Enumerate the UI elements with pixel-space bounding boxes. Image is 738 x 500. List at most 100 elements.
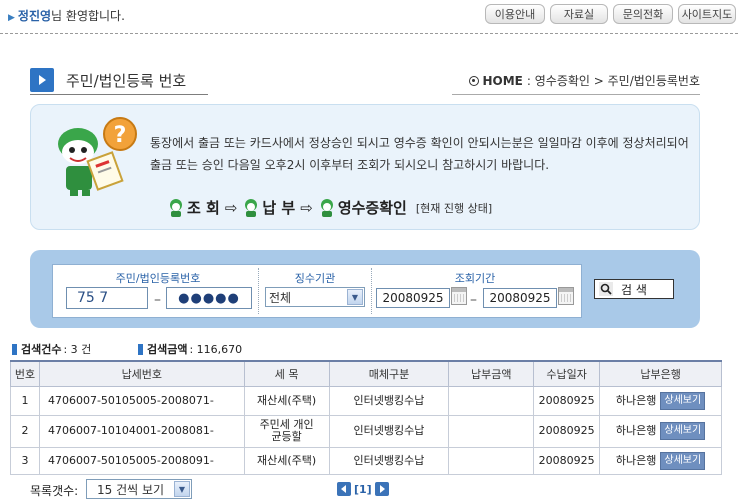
tax-number: 4706007-10104001-2008081- [38,414,245,448]
count-value: : 3 건 [63,343,92,356]
detail-button[interactable]: 상세보기 [660,451,706,470]
date-from-input[interactable]: 20080925 [376,288,450,308]
bullet-bar-icon [138,343,143,355]
row-number: 2 [10,414,40,448]
column-header: 납세번호 [38,360,245,387]
detail-button[interactable]: 상세보기 [660,422,706,440]
top-bar: ▶ 정진영님 환영합니다. 이용안내 자료실 문의전화 사이트지도 [0,0,738,30]
column-header: 세 목 [243,360,330,387]
bank-cell: 하나은행 상세보기 [599,446,722,475]
amount-label: 검색금액 [147,343,188,356]
results-table: 번호 납세번호 세 목 매체구분 납부금액 수납일자 납부은행 1 470600… [10,360,722,475]
column-header: 납부금액 [448,360,535,387]
next-page-icon[interactable] [374,482,389,496]
page-size-select[interactable]: 15 건씩 보기 ▼ [86,479,192,499]
tax-item: 재산세(주택) [243,446,330,475]
row-number: 1 [10,385,40,416]
date-dash: – [470,292,477,308]
agency-select[interactable]: 전체 ▼ [265,287,365,307]
tax-item: 재산세(주택) [243,385,330,416]
search-button[interactable]: 검 색 [594,279,674,299]
detail-button[interactable]: 상세보기 [660,391,706,410]
field-separator [371,268,372,314]
column-header: 매체구분 [328,360,450,387]
bank-name: 하나은행 [615,393,657,407]
id-part1-input[interactable]: 75 7 [66,287,148,309]
tax-item: 주민세 개인균등할 [243,414,330,448]
search-button-label: 검 색 [621,282,647,297]
table-header-row: 번호 납세번호 세 목 매체구분 납부금액 수납일자 납부은행 [10,360,722,387]
row-number: 3 [10,446,40,475]
guide-link[interactable]: 이용안내 [485,4,545,24]
breadcrumb-path: : 영수증확인 > 주민/법인등록번호 [526,74,700,88]
step-mascot-icon [320,198,333,217]
bullet-bar-icon [12,343,17,355]
step-mascot-icon [245,198,258,217]
prev-page-icon[interactable] [337,482,351,496]
progress-steps: 조 회 ⇨ 납 부 ⇨ 영수증확인 [현재 진행 상태] [168,197,492,218]
step-label: 조 회 [187,199,220,217]
next-arrow-icon: ⇨ [224,198,238,217]
id-dash: – [154,292,161,308]
column-header: 수납일자 [533,360,601,387]
step-label: 영수증확인 [337,199,407,217]
welcome-text: 님 환영합니다. [51,9,125,23]
title-arrow-icon [30,68,54,92]
header-divider [0,33,738,34]
title-underline [30,94,208,95]
count-label: 검색건수 [21,343,62,356]
id-part2-input[interactable]: ●●●●● [166,287,252,309]
agency-selected: 전체 [269,290,292,305]
date-to-input[interactable]: 20080925 [483,288,557,308]
payment-amount [448,385,535,416]
user-name: 정진영 [17,9,52,23]
current-page[interactable]: [1] [354,483,372,496]
tax-number: 4706007-50105005-2008071- [38,385,245,416]
page-size-label: 목록갯수: [30,484,79,498]
page-size-selected: 15 건씩 보기 [97,482,165,497]
table-row: 2 4706007-10104001-2008081- 주민세 개인균등할 인터… [10,414,722,448]
status-note: [현재 진행 상태] [415,201,493,215]
media-type: 인터넷뱅킹수납 [328,414,450,448]
chevron-down-icon[interactable]: ▼ [174,481,190,497]
media-type: 인터넷뱅킹수납 [328,385,450,416]
receipt-date: 20080925 [533,414,601,448]
amount-value: : 116,670 [189,342,243,356]
media-type: 인터넷뱅킹수납 [328,446,450,475]
column-header: 납부은행 [599,360,722,387]
bank-cell: 하나은행 상세보기 [599,414,722,448]
chevron-down-icon[interactable]: ▼ [347,289,363,305]
bullet-arrow-icon: ▶ [8,13,15,23]
sitemap-link[interactable]: 사이트지도 [678,4,736,24]
calendar-icon[interactable] [451,287,467,305]
svg-text:?: ? [114,123,127,148]
result-count: 검색건수 : 3 건 [12,341,91,357]
calendar-icon[interactable] [558,287,574,305]
step-receipt: 영수증확인 [319,197,407,218]
step-mascot-icon [170,198,182,217]
period-label: 조회기간 [454,272,496,285]
agency-label: 징수기관 [294,272,336,285]
breadcrumb-home[interactable]: HOME [483,74,523,88]
result-amount: 검색금액 : 116,670 [138,341,242,357]
step-payment: 납 부 ⇨ [243,197,313,218]
field-separator [258,268,259,314]
breadcrumb: HOME : 영수증확인 > 주민/법인등록번호 [468,72,700,89]
contact-link[interactable]: 문의전화 [613,4,673,24]
table-row: 1 4706007-50105005-2008071- 재산세(주택) 인터넷뱅… [10,385,722,416]
search-icon [599,282,613,296]
page-title: 주민/법인등록 번호 [66,72,187,90]
notice-text: 통장에서 출금 또는 카드사에서 정상승인 되시고 영수증 확인이 안되시는분은… [150,136,689,172]
payment-amount [448,446,535,475]
welcome-message: ▶ 정진영님 환영합니다. [8,7,125,24]
tax-number: 4706007-50105005-2008091- [38,446,245,475]
bank-cell: 하나은행 상세보기 [599,385,722,416]
bank-name: 하나은행 [615,424,657,437]
next-arrow-icon: ⇨ [300,198,313,217]
id-label: 주민/법인등록번호 [115,272,201,285]
step-label: 납 부 [262,199,296,217]
archive-link[interactable]: 자료실 [550,4,608,24]
receipt-date: 20080925 [533,385,601,416]
home-icon [468,75,479,86]
payment-amount [448,414,535,448]
